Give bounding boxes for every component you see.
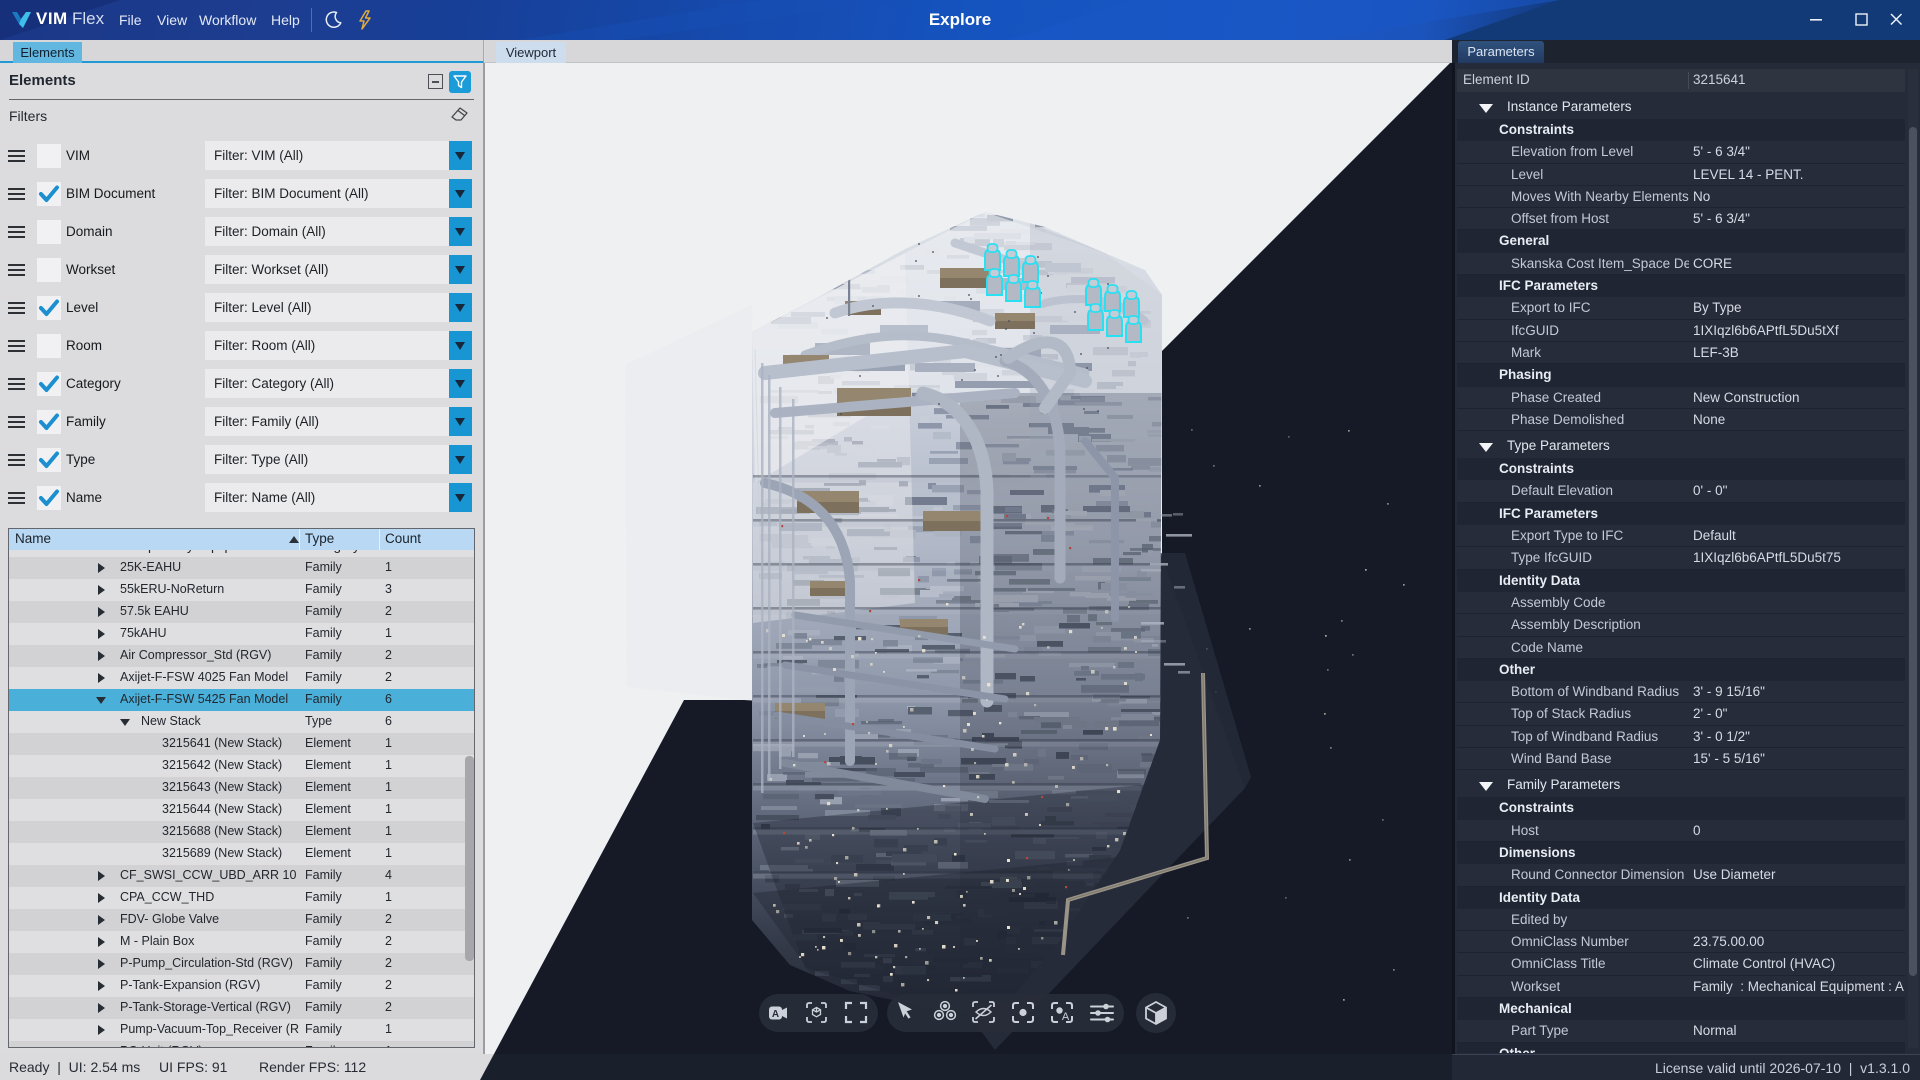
svg-text:A: A xyxy=(1062,1011,1070,1023)
svg-text:A: A xyxy=(772,1009,779,1020)
